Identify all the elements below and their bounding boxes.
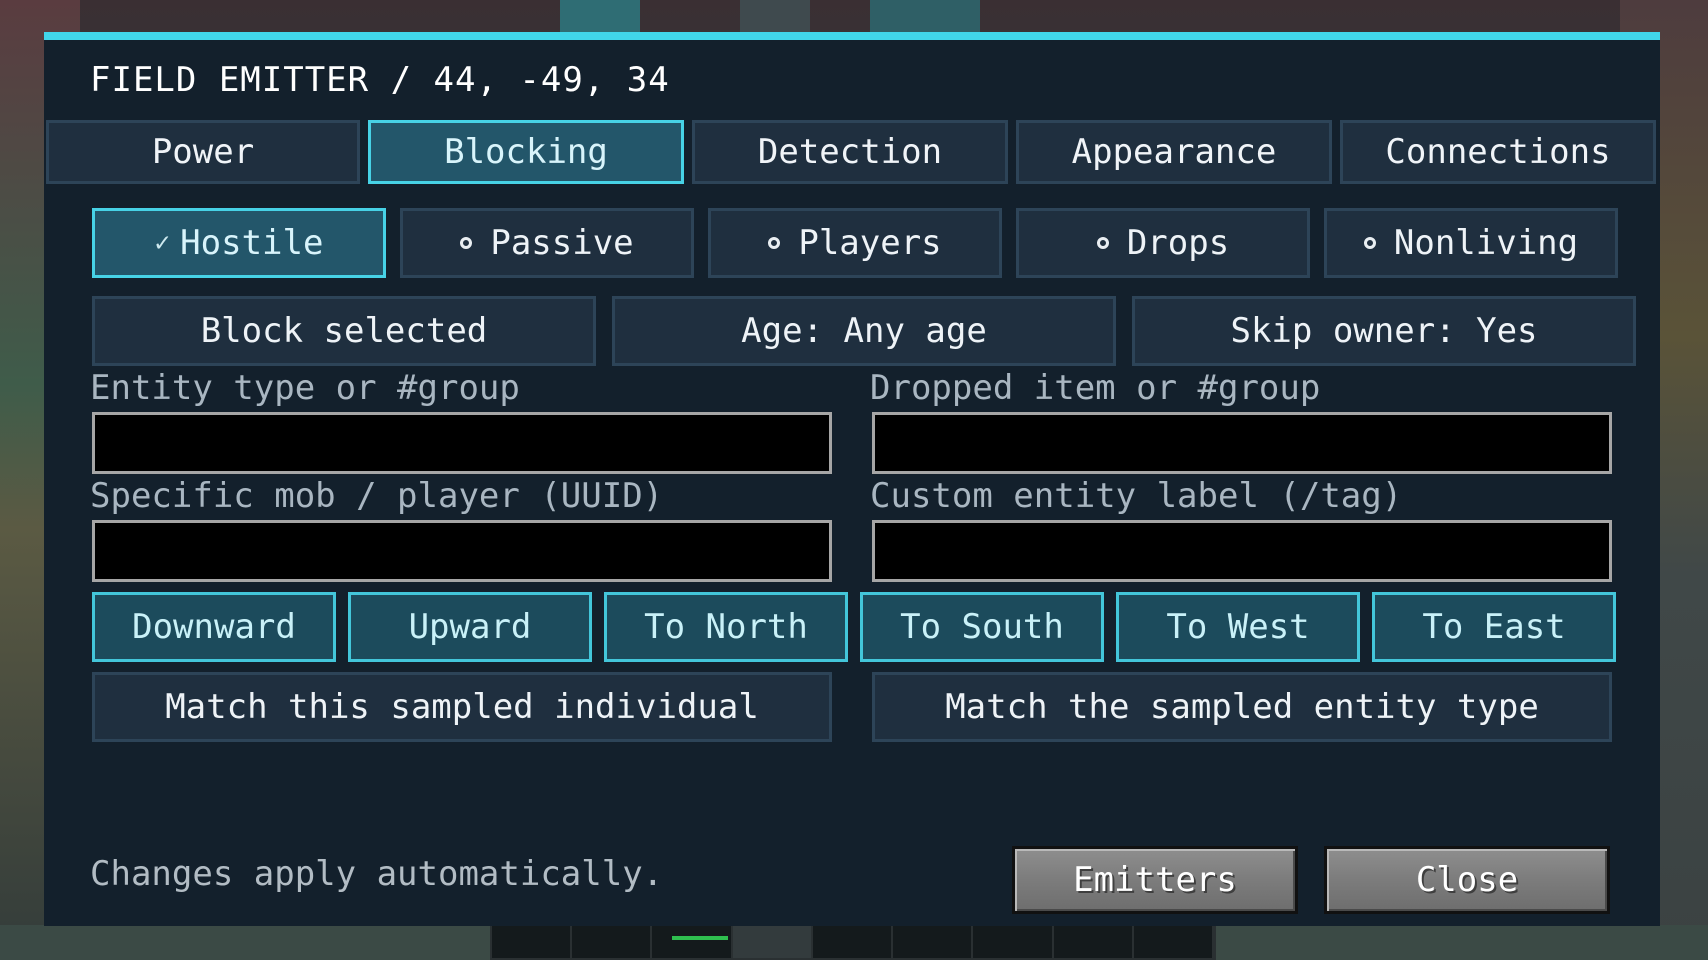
unchecked-circle-icon (768, 237, 781, 249)
hotbar-durability-bar (672, 936, 728, 940)
direction-north-button[interactable]: To North (604, 592, 848, 662)
field-emitter-panel: FIELD EMITTER / 44, -49, 34 Power Blocki… (44, 32, 1660, 926)
block-selected-button[interactable]: Block selected (92, 296, 596, 366)
hotbar-slot (652, 926, 733, 958)
dropped-item-label: Dropped item or #group (870, 368, 1321, 408)
status-text: Changes apply automatically. (90, 854, 664, 894)
match-individual-button[interactable]: Match this sampled individual (92, 672, 832, 742)
filter-label: Hostile (180, 223, 324, 263)
tab-power[interactable]: Power (46, 120, 360, 184)
direction-east-button[interactable]: To East (1372, 592, 1616, 662)
filter-label: Nonliving (1393, 223, 1579, 263)
age-filter-button[interactable]: Age: Any age (612, 296, 1116, 366)
specific-mob-input[interactable] (92, 520, 832, 582)
filter-players-toggle[interactable]: Players (708, 208, 1002, 278)
match-entity-type-button[interactable]: Match the sampled entity type (872, 672, 1612, 742)
custom-label-label: Custom entity label (/tag) (870, 476, 1403, 516)
hotbar-slot (572, 926, 653, 958)
checkmark-icon: ✓ (154, 228, 171, 258)
direction-south-button[interactable]: To South (860, 592, 1104, 662)
custom-label-input[interactable] (872, 520, 1612, 582)
entity-type-input[interactable] (92, 412, 832, 474)
panel-title: FIELD EMITTER / 44, -49, 34 (90, 60, 670, 100)
hotbar-slot-selected (732, 926, 813, 958)
tab-connections[interactable]: Connections (1340, 120, 1656, 184)
entity-type-label: Entity type or #group (90, 368, 520, 408)
hotbar-slot (893, 926, 974, 958)
filter-label: Players (798, 223, 942, 263)
specific-mob-label: Specific mob / player (UUID) (90, 476, 664, 516)
hotbar-slot (1134, 926, 1214, 958)
hotbar-slot (813, 926, 894, 958)
unchecked-circle-icon (1363, 237, 1376, 249)
hotbar (490, 924, 1216, 960)
hotbar-slot (492, 926, 573, 958)
filter-label: Drops (1126, 223, 1230, 263)
direction-downward-button[interactable]: Downward (92, 592, 336, 662)
direction-upward-button[interactable]: Upward (348, 592, 592, 662)
tab-appearance[interactable]: Appearance (1016, 120, 1332, 184)
filter-drops-toggle[interactable]: Drops (1016, 208, 1310, 278)
hotbar-slot (973, 926, 1054, 958)
filter-passive-toggle[interactable]: Passive (400, 208, 694, 278)
skip-owner-button[interactable]: Skip owner: Yes (1132, 296, 1636, 366)
hotbar-slot (1054, 926, 1134, 958)
emitters-button[interactable]: Emitters (1012, 846, 1298, 914)
direction-west-button[interactable]: To West (1116, 592, 1360, 662)
unchecked-circle-icon (1096, 237, 1109, 249)
tab-blocking[interactable]: Blocking (368, 120, 684, 184)
tab-detection[interactable]: Detection (692, 120, 1008, 184)
unchecked-circle-icon (460, 237, 473, 249)
dropped-item-input[interactable] (872, 412, 1612, 474)
filter-nonliving-toggle[interactable]: Nonliving (1324, 208, 1618, 278)
filter-label: Passive (490, 223, 634, 263)
filter-hostile-toggle[interactable]: ✓ Hostile (92, 208, 386, 278)
close-button[interactable]: Close (1324, 846, 1610, 914)
